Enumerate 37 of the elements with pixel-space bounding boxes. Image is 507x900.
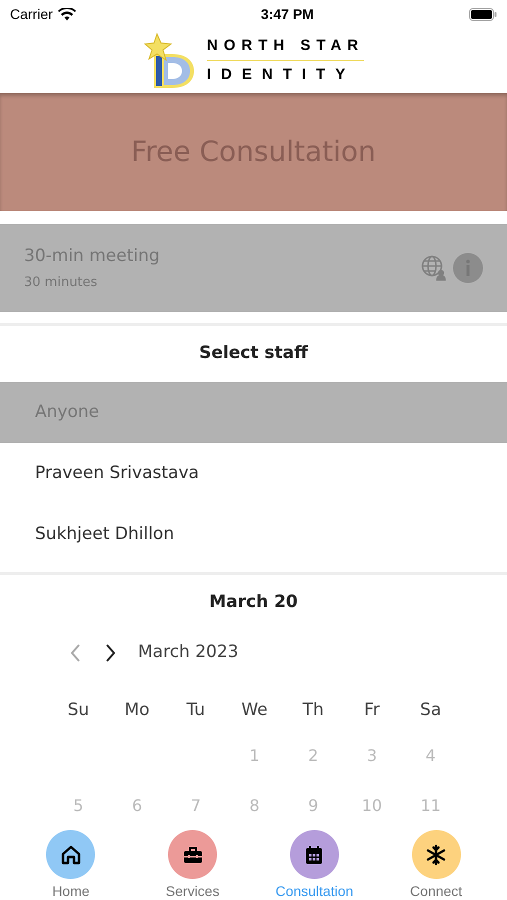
weekday-label: Sa (420, 698, 442, 722)
carrier-label: Carrier (10, 4, 53, 24)
calendar-day: 3 (366, 744, 378, 768)
tab-bar-item[interactable]: Services (138, 830, 248, 900)
calendar-day: 9 (308, 794, 318, 818)
calendar-day: 1 (249, 744, 260, 768)
calendar-day: 2 (308, 744, 318, 768)
info-icon[interactable] (453, 253, 483, 283)
tab-bar-item[interactable]: Home (16, 830, 126, 900)
weekday-label: We (241, 698, 268, 722)
weekday-label: Th (302, 698, 324, 722)
tab-bar-item[interactable]: Consultation (259, 830, 370, 900)
weekday-label: Su (68, 698, 90, 722)
month-label: March 2023 (138, 641, 238, 664)
battery-icon (468, 8, 497, 20)
calendar-day: 10 (362, 794, 382, 818)
logo-text: NORTH STAR (206, 36, 364, 61)
selected-date-heading: March 20 (208, 591, 299, 614)
globe-person-icon (421, 255, 447, 281)
calendar-day: 5 (73, 794, 84, 818)
weekday-label: Fr (364, 698, 380, 722)
calendar-day: 11 (420, 794, 441, 818)
meeting-title: 30-min meeting (24, 244, 160, 268)
meeting-duration: 30 minutes (24, 274, 98, 292)
weekday-label: Tu (186, 698, 206, 722)
calendar-day: 6 (132, 794, 142, 818)
tab-bar-item[interactable]: Connect (381, 830, 492, 900)
logo-text: IDENTITY (206, 65, 356, 85)
calendar-day: 8 (249, 794, 260, 818)
weekday-label: Mo (124, 698, 150, 722)
clock: 3:47 PM (260, 4, 314, 24)
chevron-left-icon (71, 644, 81, 662)
section-heading: Select staff (198, 342, 309, 366)
calendar-day: 7 (190, 794, 201, 818)
calendar-day: 4 (426, 744, 436, 768)
wifi-icon (58, 8, 76, 20)
chevron-right-icon (105, 644, 115, 662)
